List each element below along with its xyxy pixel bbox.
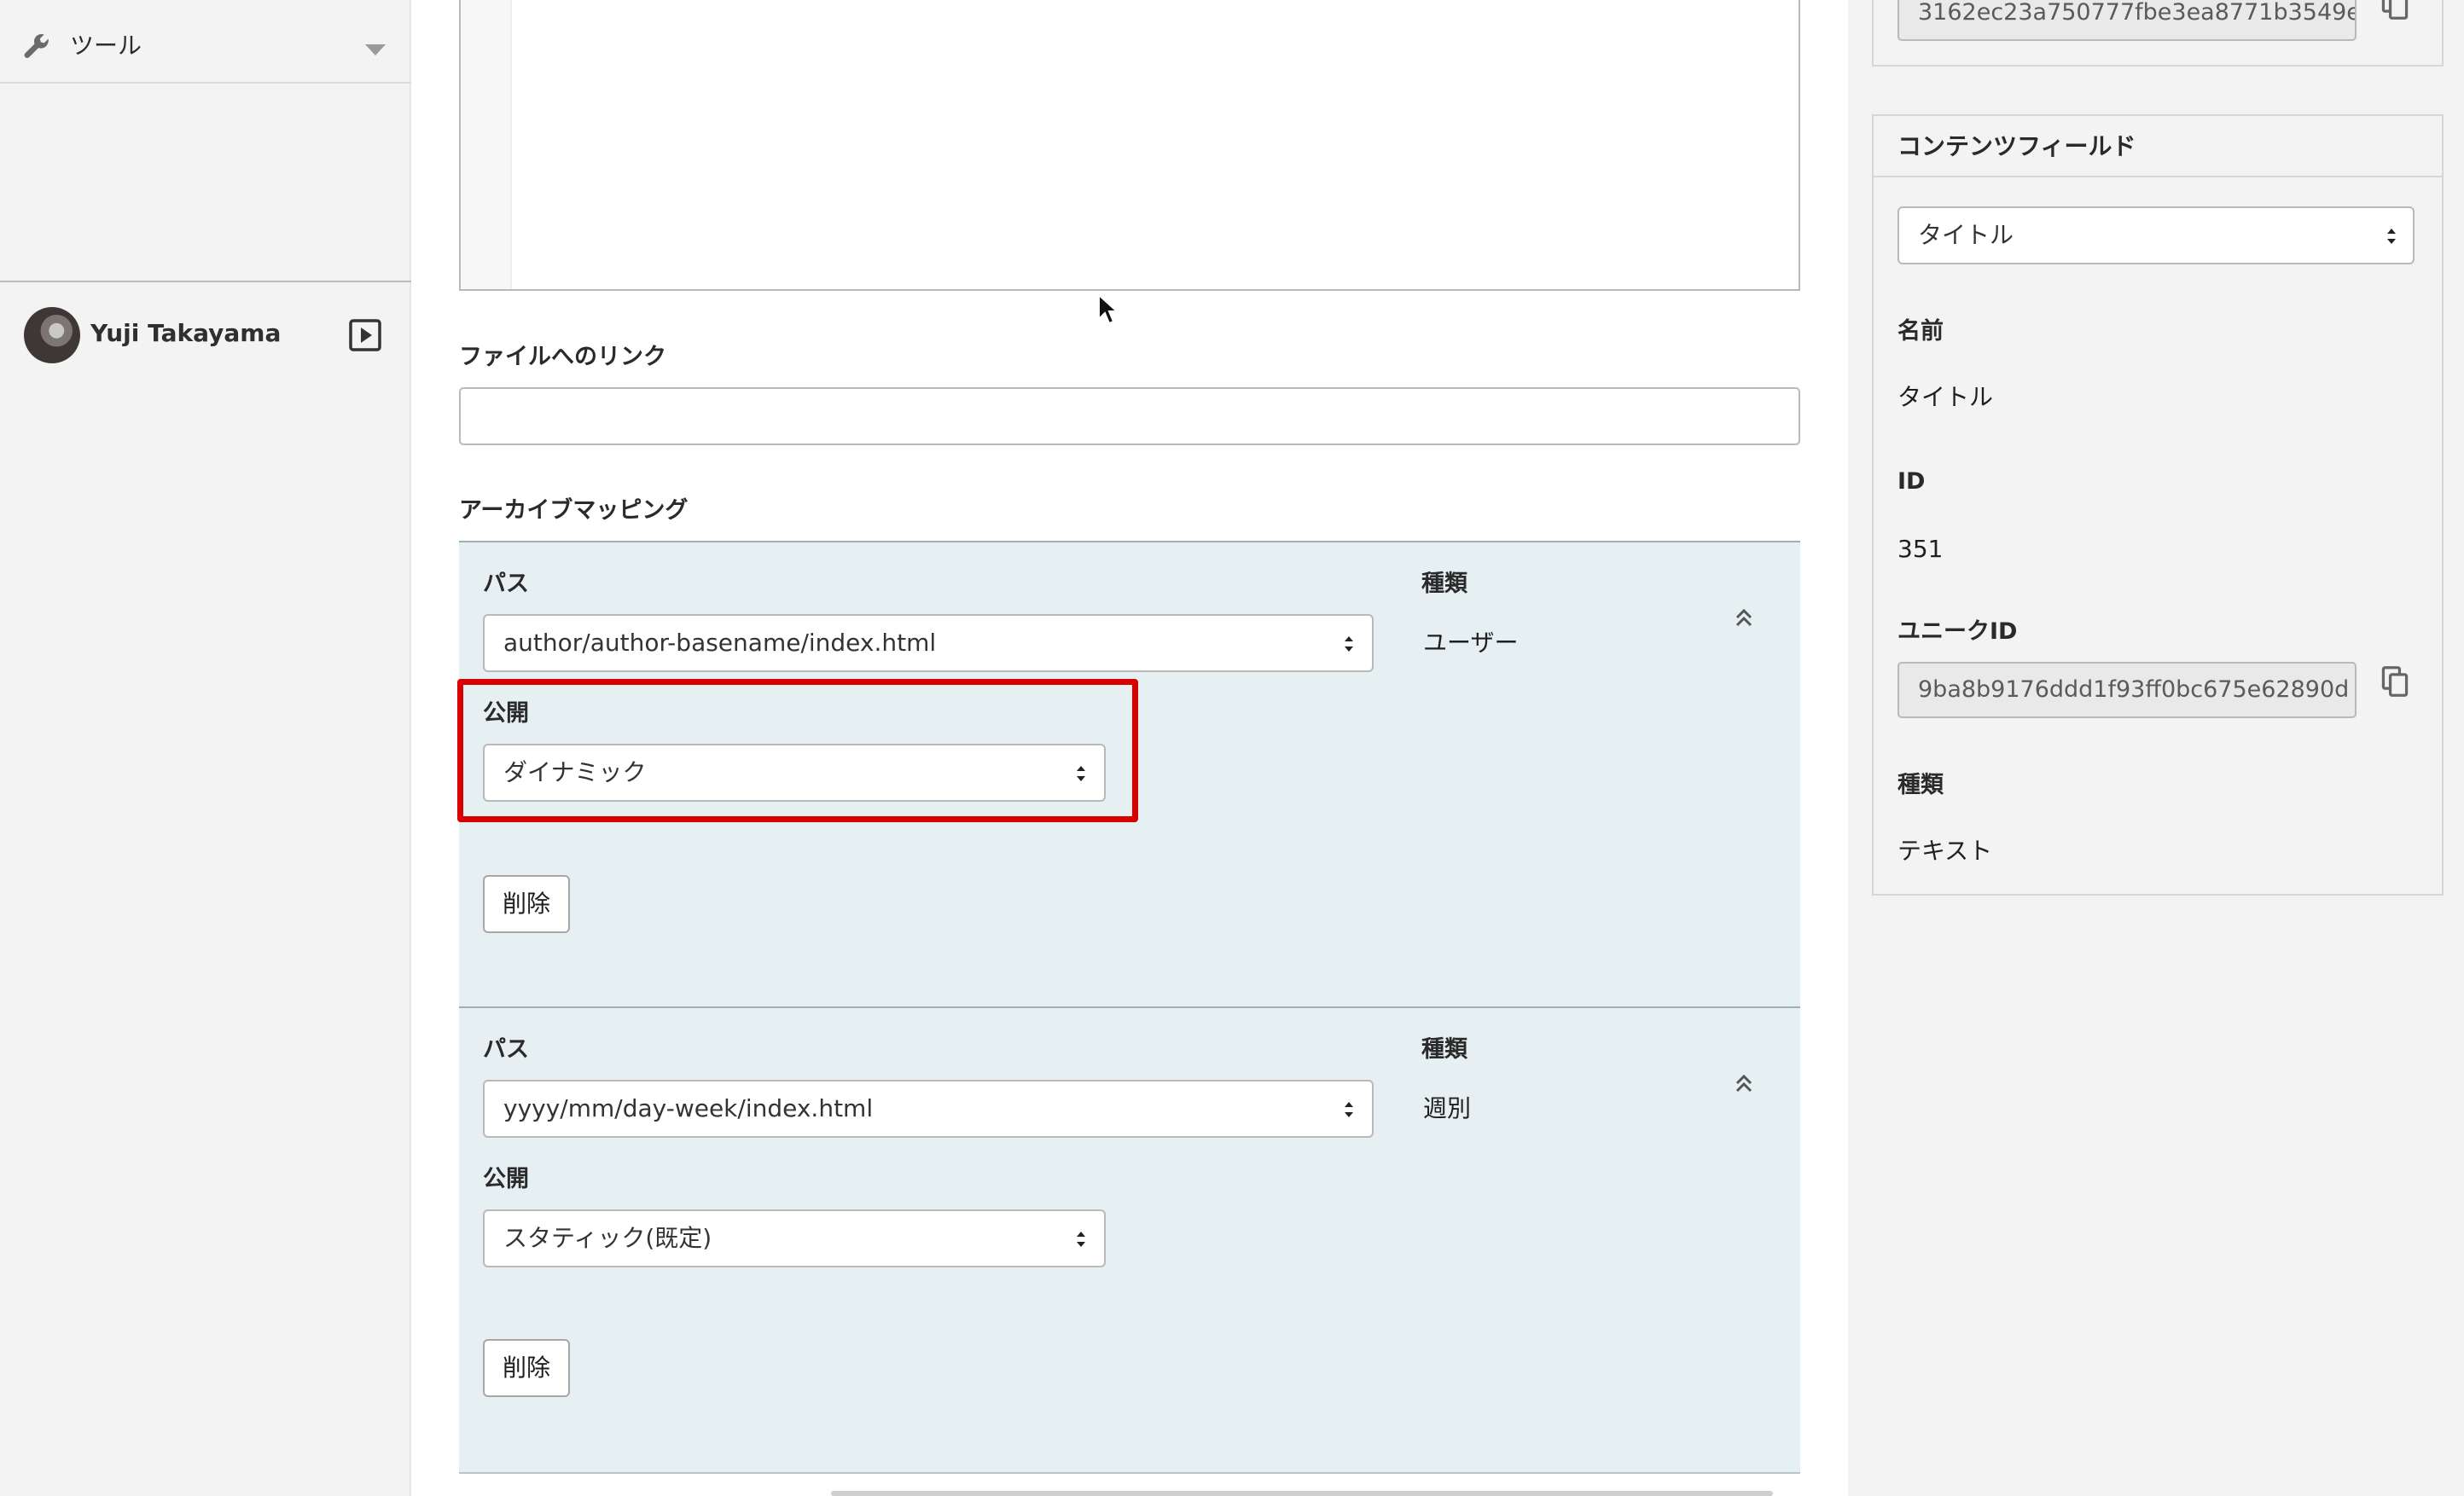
avatar[interactable] (24, 307, 80, 363)
name-value: タイトル (1897, 383, 1994, 411)
id-label: ID (1897, 468, 1926, 495)
type-value: テキスト (1897, 837, 1993, 865)
select-arrows-icon (2387, 229, 2396, 244)
copy-icon[interactable] (2380, 0, 2409, 20)
path-select[interactable]: yyyy/mm/day-week/index.html (483, 1080, 1374, 1138)
publish-select-value: スタティック(既定) (503, 1224, 712, 1252)
user-menu[interactable]: Yuji Takayama (0, 284, 411, 386)
sidebar-divider (0, 281, 411, 282)
content-field-select[interactable]: タイトル (1897, 206, 2415, 264)
select-arrows-icon (1077, 1232, 1085, 1247)
name-label: 名前 (1897, 318, 1944, 345)
user-name[interactable]: Yuji Takayama (90, 316, 281, 351)
type-value: ユーザー (1423, 629, 1519, 657)
id-value: 351 (1897, 535, 1944, 563)
highlight-box (457, 679, 1138, 822)
publish-label: 公開 (483, 1166, 529, 1192)
double-chevron-up-icon[interactable] (1730, 1070, 1758, 1097)
path-select-value: yyyy/mm/day-week/index.html (503, 1094, 874, 1122)
type-label: 種類 (1421, 1036, 1467, 1063)
select-arrows-icon (1345, 636, 1353, 652)
sidebar (0, 0, 411, 1496)
file-link-input[interactable] (459, 387, 1800, 445)
wrench-icon (24, 34, 49, 58)
content-field-select-value: タイトル (1918, 221, 2014, 249)
content-field-header: コンテンツフィールド (1874, 116, 2442, 177)
sidebar-item-tools-label: ツール (70, 32, 142, 60)
play-box-icon[interactable] (348, 318, 382, 352)
unique-id-label: ユニークID (1897, 618, 2018, 645)
horizontal-scrollbar[interactable] (831, 1491, 1773, 1496)
path-label: パス (483, 1036, 529, 1063)
archive-mapping-label: アーカイブマッピング (459, 497, 689, 524)
publish-select[interactable]: スタティック(既定) (483, 1209, 1106, 1267)
chevron-down-icon[interactable] (365, 44, 386, 55)
delete-button[interactable]: 削除 (483, 1339, 570, 1397)
type-label: 種類 (1897, 772, 1944, 798)
sidebar-item-tools[interactable]: ツール (0, 0, 411, 84)
template-editor[interactable] (459, 0, 1800, 291)
path-label: パス (483, 571, 529, 597)
double-chevron-up-icon[interactable] (1730, 604, 1758, 631)
type-label: 種類 (1421, 571, 1467, 597)
top-id-field[interactable]: 3162ec23a750777fbe3ea8771b3549e (1897, 0, 2356, 41)
editor-line-gutter (461, 0, 512, 289)
path-select-value: author/author-basename/index.html (503, 629, 937, 657)
type-value: 週別 (1423, 1094, 1472, 1122)
content-field-title: コンテンツフィールド (1897, 132, 2136, 160)
copy-icon[interactable] (2380, 665, 2409, 698)
mouse-pointer-icon (1098, 293, 1118, 325)
select-arrows-icon (1345, 1102, 1353, 1117)
unique-id-field[interactable]: 9ba8b9176ddd1f93ff0bc675e62890d (1897, 662, 2356, 718)
file-link-label: ファイルへのリンク (459, 344, 666, 370)
delete-button[interactable]: 削除 (483, 875, 570, 933)
path-select[interactable]: author/author-basename/index.html (483, 614, 1374, 672)
